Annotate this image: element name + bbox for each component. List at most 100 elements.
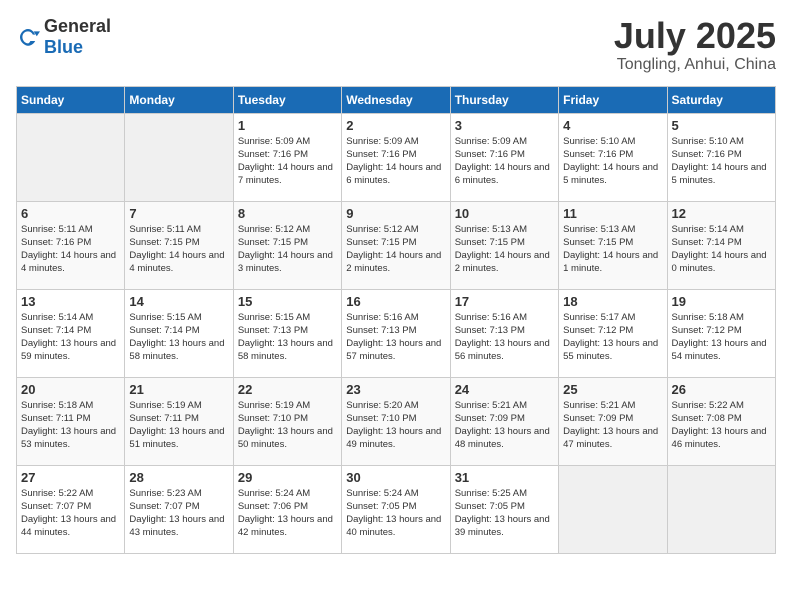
cell-info: Sunrise: 5:11 AM Sunset: 7:16 PM Dayligh… (21, 223, 120, 276)
calendar-cell (17, 113, 125, 201)
cell-info: Sunrise: 5:10 AM Sunset: 7:16 PM Dayligh… (563, 135, 662, 188)
cell-info: Sunrise: 5:21 AM Sunset: 7:09 PM Dayligh… (563, 399, 662, 452)
calendar-week-row: 27 Sunrise: 5:22 AM Sunset: 7:07 PM Dayli… (17, 465, 776, 553)
calendar-cell: 16 Sunrise: 5:16 AM Sunset: 7:13 PM Dayli… (342, 289, 450, 377)
calendar-cell: 25 Sunrise: 5:21 AM Sunset: 7:09 PM Dayli… (559, 377, 667, 465)
day-number: 23 (346, 382, 445, 397)
calendar-cell: 4 Sunrise: 5:10 AM Sunset: 7:16 PM Daylig… (559, 113, 667, 201)
calendar-cell: 31 Sunrise: 5:25 AM Sunset: 7:05 PM Dayli… (450, 465, 558, 553)
calendar-cell: 6 Sunrise: 5:11 AM Sunset: 7:16 PM Daylig… (17, 201, 125, 289)
calendar-week-row: 1 Sunrise: 5:09 AM Sunset: 7:16 PM Daylig… (17, 113, 776, 201)
calendar-week-row: 13 Sunrise: 5:14 AM Sunset: 7:14 PM Dayli… (17, 289, 776, 377)
cell-info: Sunrise: 5:09 AM Sunset: 7:16 PM Dayligh… (455, 135, 554, 188)
cell-info: Sunrise: 5:18 AM Sunset: 7:11 PM Dayligh… (21, 399, 120, 452)
calendar-cell: 19 Sunrise: 5:18 AM Sunset: 7:12 PM Dayli… (667, 289, 775, 377)
calendar-cell: 20 Sunrise: 5:18 AM Sunset: 7:11 PM Dayli… (17, 377, 125, 465)
calendar-cell: 29 Sunrise: 5:24 AM Sunset: 7:06 PM Dayli… (233, 465, 341, 553)
calendar-cell: 23 Sunrise: 5:20 AM Sunset: 7:10 PM Dayli… (342, 377, 450, 465)
calendar-cell: 15 Sunrise: 5:15 AM Sunset: 7:13 PM Dayli… (233, 289, 341, 377)
calendar-cell: 18Sunrise: 5:17 AM Sunset: 7:12 PM Dayli… (559, 289, 667, 377)
day-number: 27 (21, 470, 120, 485)
day-number: 13 (21, 294, 120, 309)
cell-info: Sunrise: 5:24 AM Sunset: 7:05 PM Dayligh… (346, 487, 445, 540)
cell-info: Sunrise: 5:18 AM Sunset: 7:12 PM Dayligh… (672, 311, 771, 364)
calendar-cell: 10Sunrise: 5:13 AM Sunset: 7:15 PM Dayli… (450, 201, 558, 289)
day-number: 4 (563, 118, 662, 133)
cell-info: Sunrise: 5:15 AM Sunset: 7:14 PM Dayligh… (129, 311, 228, 364)
cell-info: Sunrise: 5:22 AM Sunset: 7:08 PM Dayligh… (672, 399, 771, 452)
weekday-header: Monday (125, 86, 233, 113)
day-number: 14 (129, 294, 228, 309)
day-number: 6 (21, 206, 120, 221)
weekday-header: Saturday (667, 86, 775, 113)
day-number: 31 (455, 470, 554, 485)
day-number: 9 (346, 206, 445, 221)
calendar-cell: 28 Sunrise: 5:23 AM Sunset: 7:07 PM Dayli… (125, 465, 233, 553)
day-number: 11 (563, 206, 662, 221)
calendar-cell: 14 Sunrise: 5:15 AM Sunset: 7:14 PM Dayli… (125, 289, 233, 377)
day-number: 3 (455, 118, 554, 133)
day-number: 12 (672, 206, 771, 221)
cell-info: Sunrise: 5:19 AM Sunset: 7:11 PM Dayligh… (129, 399, 228, 452)
calendar-cell (559, 465, 667, 553)
calendar-cell: 27 Sunrise: 5:22 AM Sunset: 7:07 PM Dayli… (17, 465, 125, 553)
day-number: 1 (238, 118, 337, 133)
day-number: 17 (455, 294, 554, 309)
cell-info: Sunrise: 5:22 AM Sunset: 7:07 PM Dayligh… (21, 487, 120, 540)
cell-info: Sunrise: 5:17 AM Sunset: 7:12 PM Dayligh… (563, 311, 662, 364)
calendar-cell: 21 Sunrise: 5:19 AM Sunset: 7:11 PM Dayli… (125, 377, 233, 465)
cell-info: Sunrise: 5:09 AM Sunset: 7:16 PM Dayligh… (238, 135, 337, 188)
cell-info: Sunrise: 5:20 AM Sunset: 7:10 PM Dayligh… (346, 399, 445, 452)
calendar-cell: 26Sunrise: 5:22 AM Sunset: 7:08 PM Dayli… (667, 377, 775, 465)
cell-info: Sunrise: 5:14 AM Sunset: 7:14 PM Dayligh… (21, 311, 120, 364)
location-title: Tongling, Anhui, China (614, 56, 776, 74)
title-block: July 2025 Tongling, Anhui, China (614, 16, 776, 74)
calendar-cell: 13 Sunrise: 5:14 AM Sunset: 7:14 PM Dayli… (17, 289, 125, 377)
weekday-header: Sunday (17, 86, 125, 113)
cell-info: Sunrise: 5:12 AM Sunset: 7:15 PM Dayligh… (346, 223, 445, 276)
calendar-cell: 1 Sunrise: 5:09 AM Sunset: 7:16 PM Daylig… (233, 113, 341, 201)
calendar-week-row: 6 Sunrise: 5:11 AM Sunset: 7:16 PM Daylig… (17, 201, 776, 289)
day-number: 30 (346, 470, 445, 485)
cell-info: Sunrise: 5:24 AM Sunset: 7:06 PM Dayligh… (238, 487, 337, 540)
cell-info: Sunrise: 5:25 AM Sunset: 7:05 PM Dayligh… (455, 487, 554, 540)
calendar-cell: 22Sunrise: 5:19 AM Sunset: 7:10 PM Dayli… (233, 377, 341, 465)
day-number: 7 (129, 206, 228, 221)
day-number: 21 (129, 382, 228, 397)
weekday-header-row: SundayMondayTuesdayWednesdayThursdayFrid… (17, 86, 776, 113)
cell-info: Sunrise: 5:11 AM Sunset: 7:15 PM Dayligh… (129, 223, 228, 276)
cell-info: Sunrise: 5:19 AM Sunset: 7:10 PM Dayligh… (238, 399, 337, 452)
calendar-week-row: 20 Sunrise: 5:18 AM Sunset: 7:11 PM Dayli… (17, 377, 776, 465)
day-number: 16 (346, 294, 445, 309)
day-number: 25 (563, 382, 662, 397)
cell-info: Sunrise: 5:13 AM Sunset: 7:15 PM Dayligh… (563, 223, 662, 276)
calendar-cell: 12 Sunrise: 5:14 AM Sunset: 7:14 PM Dayli… (667, 201, 775, 289)
logo-icon (16, 25, 40, 49)
logo-text: General Blue (44, 16, 111, 58)
weekday-header: Wednesday (342, 86, 450, 113)
weekday-header: Friday (559, 86, 667, 113)
weekday-header: Tuesday (233, 86, 341, 113)
day-number: 10 (455, 206, 554, 221)
day-number: 28 (129, 470, 228, 485)
calendar-cell: 5 Sunrise: 5:10 AM Sunset: 7:16 PM Daylig… (667, 113, 775, 201)
page-header: General Blue July 2025 Tongling, Anhui, … (16, 16, 776, 74)
cell-info: Sunrise: 5:14 AM Sunset: 7:14 PM Dayligh… (672, 223, 771, 276)
calendar-cell: 9 Sunrise: 5:12 AM Sunset: 7:15 PM Daylig… (342, 201, 450, 289)
cell-info: Sunrise: 5:09 AM Sunset: 7:16 PM Dayligh… (346, 135, 445, 188)
day-number: 19 (672, 294, 771, 309)
cell-info: Sunrise: 5:15 AM Sunset: 7:13 PM Dayligh… (238, 311, 337, 364)
day-number: 5 (672, 118, 771, 133)
calendar-cell: 17Sunrise: 5:16 AM Sunset: 7:13 PM Dayli… (450, 289, 558, 377)
calendar-cell: 2Sunrise: 5:09 AM Sunset: 7:16 PM Daylig… (342, 113, 450, 201)
cell-info: Sunrise: 5:16 AM Sunset: 7:13 PM Dayligh… (346, 311, 445, 364)
cell-info: Sunrise: 5:23 AM Sunset: 7:07 PM Dayligh… (129, 487, 228, 540)
day-number: 20 (21, 382, 120, 397)
day-number: 15 (238, 294, 337, 309)
day-number: 29 (238, 470, 337, 485)
day-number: 24 (455, 382, 554, 397)
calendar-cell: 11 Sunrise: 5:13 AM Sunset: 7:15 PM Dayli… (559, 201, 667, 289)
logo-blue: Blue (44, 37, 83, 57)
calendar-cell (667, 465, 775, 553)
cell-info: Sunrise: 5:10 AM Sunset: 7:16 PM Dayligh… (672, 135, 771, 188)
